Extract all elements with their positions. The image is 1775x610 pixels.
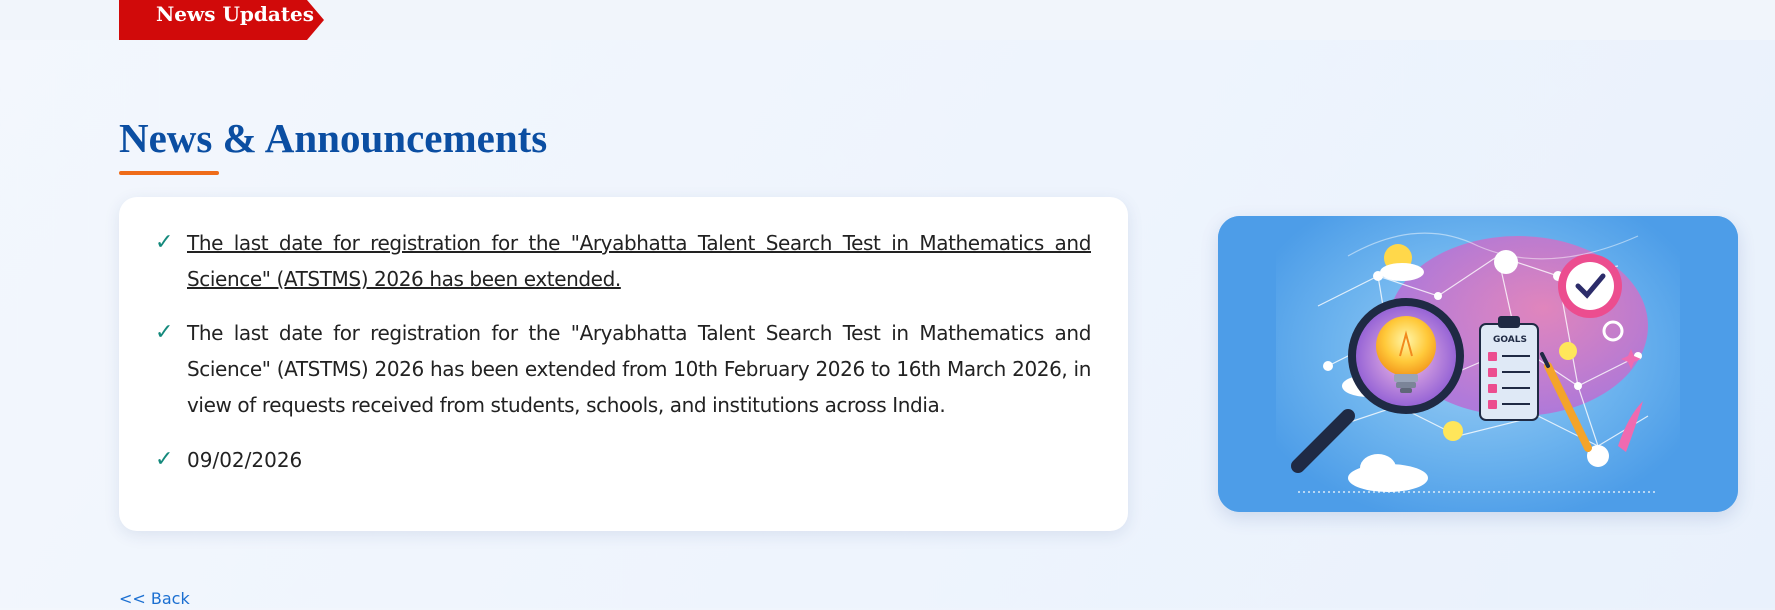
news-headline-text: The last date for registration for the "… [187, 225, 1091, 297]
news-illustration: GOALS [1218, 216, 1738, 512]
news-updates-ribbon: News Updates [119, 0, 324, 40]
goals-label: GOALS [1493, 335, 1527, 345]
check-icon: ✓ [155, 230, 174, 255]
news-body-text: The last date for registration for the "… [187, 321, 1091, 417]
title-underline [119, 171, 219, 175]
check-icon: ✓ [155, 320, 174, 345]
news-headline-link[interactable]: The last date for registration for the "… [187, 231, 1091, 291]
ribbon-label: News Updates [156, 2, 315, 26]
illustration-graphic: GOALS [1218, 216, 1738, 512]
back-link[interactable]: << Back [119, 588, 190, 610]
news-date: 09/02/2026 [187, 448, 303, 472]
check-icon: ✓ [155, 447, 174, 472]
news-card: ✓ The last date for registration for the… [119, 197, 1128, 531]
page-title: News & Announcements [119, 115, 548, 161]
